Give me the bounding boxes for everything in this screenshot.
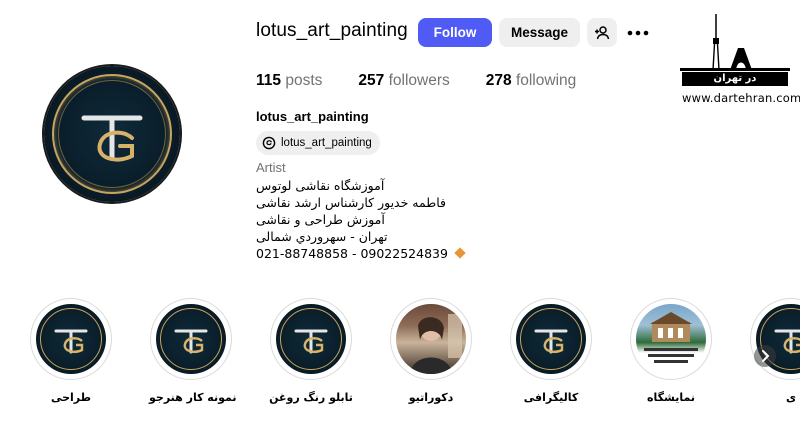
lotus-logo-thumbnail (156, 304, 226, 374)
posts-label: posts (285, 72, 323, 89)
profile-stats: 115 posts 257 followers 278 following (256, 72, 612, 90)
highlights-next-button[interactable] (754, 345, 776, 367)
highlight-item[interactable]: دکوراتیو (389, 298, 473, 404)
bio-phone-line: 021-88748858 - 09022524839 (256, 245, 466, 262)
profile-full-name: lotus_art_painting (256, 109, 369, 124)
lotus-logo-thumbnail (36, 304, 106, 374)
highlight-label: کالیگرافی (523, 391, 579, 404)
lotus-logo-thumbnail (516, 304, 586, 374)
followers-stat[interactable]: 257 followers (358, 72, 449, 90)
profile-username: lotus_art_painting (256, 20, 408, 41)
threads-badge[interactable]: lotus_art_painting (256, 131, 380, 155)
highlight-label: نمونه کار هنرجو (149, 391, 237, 404)
threads-handle: lotus_art_painting (281, 137, 372, 149)
more-dots-icon (627, 30, 649, 35)
bio-line: تهران - سهروردي شمالی (256, 229, 388, 244)
highlight-item[interactable]: طراحی (29, 298, 113, 404)
highlight-label: ی (785, 391, 797, 404)
followers-count: 257 (358, 72, 385, 89)
diamond-icon (454, 247, 466, 259)
message-button[interactable]: Message (499, 18, 580, 47)
portrait-photo-thumbnail (396, 304, 466, 374)
watermark-url: www.dartehran.com (682, 91, 800, 105)
lotus-logo-thumbnail (276, 304, 346, 374)
highlight-item[interactable]: کالیگرافی (509, 298, 593, 404)
profile-category: Artist (256, 160, 286, 175)
profile-bio: آموزشگاه نقاشی لوتوس فاطمه خدیور کارشناس… (256, 177, 466, 262)
highlight-label: دکوراتیو (408, 391, 454, 404)
highlight-label: طراحی (50, 391, 92, 404)
following-label: following (515, 72, 577, 89)
bio-line: آموزش طراحی و نقاشی (256, 212, 385, 227)
suggest-users-button[interactable] (587, 18, 617, 47)
followers-label: followers (388, 72, 450, 89)
profile-avatar[interactable] (44, 66, 180, 202)
highlight-item[interactable]: تابلو رنگ روغن (269, 298, 353, 404)
exhibition-poster-thumbnail (636, 304, 706, 374)
highlight-item[interactable]: نمونه کار هنرجو (149, 298, 237, 404)
posts-count: 115 (256, 72, 282, 89)
following-count: 278 (485, 72, 512, 89)
follow-button[interactable]: Follow (418, 18, 492, 47)
logo-text-band: در تهران (682, 72, 788, 86)
lotus-logo-mark (81, 115, 143, 162)
threads-icon (262, 136, 276, 150)
posts-stat: 115 posts (256, 72, 322, 90)
highlight-label: نمایشگاه (647, 391, 695, 404)
bio-line: فاطمه خدیور کارشناس ارشد نقاشی (256, 195, 446, 210)
bio-phone: 021-88748858 - 09022524839 (256, 246, 448, 261)
chevron-right-icon (762, 350, 770, 362)
bio-line: آموزشگاه نقاشی لوتوس (256, 178, 385, 193)
highlight-label: تابلو رنگ روغن (269, 391, 353, 404)
person-plus-icon (595, 25, 610, 39)
more-options-button[interactable] (624, 18, 652, 47)
story-highlights: طراحی نمونه کار هنرجو تابلو رنگ روغن دکو… (0, 298, 800, 418)
logo-text: در تهران (713, 73, 757, 84)
highlight-item[interactable]: نمایشگاه (629, 298, 713, 404)
following-stat[interactable]: 278 following (486, 72, 577, 90)
